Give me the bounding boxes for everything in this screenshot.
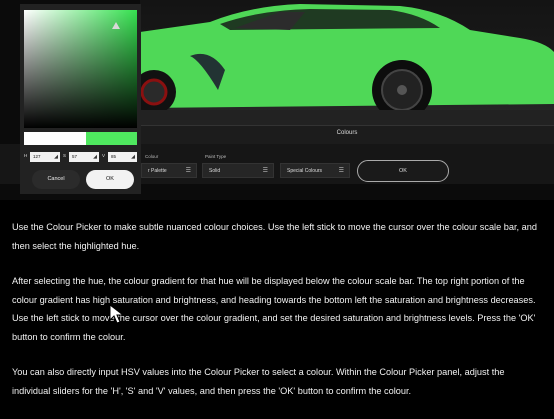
s-value: 57 — [72, 154, 78, 159]
slider-icon: ◢ — [93, 154, 97, 160]
colour-picker-panel: H 127 ◢ S 57 ◢ V 85 ◢ Cancel OK — [20, 4, 141, 194]
special-colours-value: Special Colours — [287, 168, 323, 174]
colour-gradient[interactable] — [24, 10, 137, 128]
s-slider[interactable]: 57 ◢ — [69, 152, 99, 162]
v-slider[interactable]: 85 ◢ — [108, 152, 137, 162]
description-paragraph-1: Use the Colour Picker to make subtle nua… — [12, 222, 537, 251]
colours-header: Colours — [140, 125, 554, 145]
h-slider[interactable]: 127 ◢ — [30, 152, 60, 162]
description-paragraph-3: You can also directly input HSV values i… — [12, 367, 505, 396]
v-label: V — [102, 153, 106, 158]
colour-select[interactable]: r Palette ☰ — [141, 163, 197, 178]
cancel-button[interactable]: Cancel — [32, 170, 80, 189]
menu-icon: ☰ — [262, 168, 268, 174]
description: Use the Colour Picker to make subtle nua… — [12, 218, 544, 417]
v-value: 85 — [111, 154, 117, 159]
s-label: S — [63, 153, 67, 158]
colour-select-value: r Palette — [148, 168, 167, 174]
gradient-cursor-icon — [112, 22, 120, 29]
colour-scale-bar[interactable] — [24, 132, 137, 145]
colour-label: Colour — [145, 154, 159, 159]
colours-title: Colours — [336, 130, 358, 136]
h-label: H — [24, 153, 28, 158]
mouse-pointer-icon — [109, 304, 125, 324]
paint-type-select[interactable]: Solid ☰ — [202, 163, 274, 178]
game-screenshot: Colours Colour Paint Type r Palette ☰ So… — [0, 0, 554, 200]
ok-button-main[interactable]: OK — [357, 160, 449, 182]
ok-button[interactable]: OK — [86, 170, 134, 189]
paint-type-value: Solid — [209, 168, 221, 174]
slider-icon: ◢ — [131, 154, 135, 160]
description-paragraph-2: After selecting the hue, the colour grad… — [12, 276, 536, 342]
menu-icon: ☰ — [338, 168, 344, 174]
slider-icon: ◢ — [54, 154, 58, 160]
paint-type-label: Paint Type — [205, 154, 227, 159]
menu-icon: ☰ — [185, 168, 191, 174]
special-colours-select[interactable]: Special Colours ☰ — [280, 163, 350, 178]
h-value: 127 — [33, 154, 41, 159]
car-image — [140, 4, 554, 125]
hsv-inputs: H 127 ◢ S 57 ◢ V 85 ◢ — [24, 152, 137, 162]
